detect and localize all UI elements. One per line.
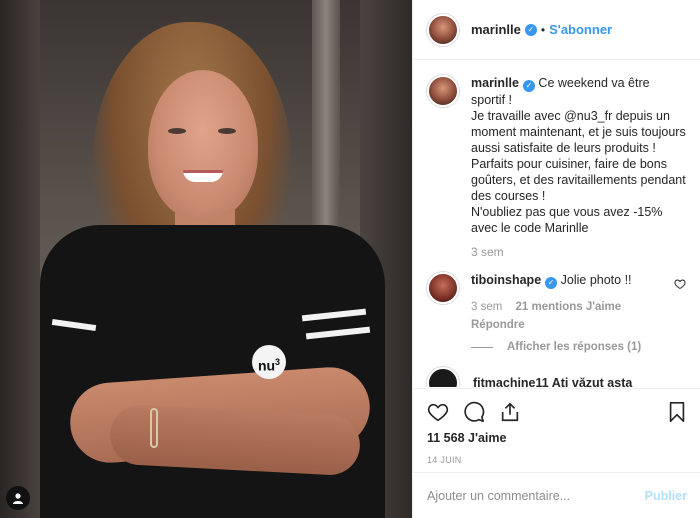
user-tag-icon[interactable] xyxy=(6,486,30,510)
share-icon[interactable] xyxy=(499,401,521,423)
comment-item: tiboinshape ✓ Jolie photo !! 3 sem 21 men… xyxy=(427,272,687,333)
add-comment-bar: Publier xyxy=(413,472,700,518)
view-replies-label: Afficher les réponses (1) xyxy=(507,341,642,353)
caption-text-block: marinlle ✓ Ce weekend va être sportif ! J… xyxy=(471,75,687,260)
comment-icon[interactable] xyxy=(463,401,485,423)
comment-item: fitmachine11 Ați văzut asta xyxy=(427,367,687,387)
comment-text: Jolie photo !! xyxy=(560,273,632,287)
verified-badge-icon: ✓ xyxy=(524,23,537,36)
comments-list[interactable]: marinlle ✓ Ce weekend va être sportif ! J… xyxy=(413,61,700,387)
photo-mouth xyxy=(183,170,223,182)
comment-text: fitmachine11 Ați văzut asta xyxy=(473,376,633,387)
separator-dot: • xyxy=(540,22,546,37)
background-pillar xyxy=(0,0,40,518)
comment-body: tiboinshape ✓ Jolie photo !! 3 sem 21 men… xyxy=(471,272,671,333)
reply-button[interactable]: Répondre xyxy=(471,317,661,333)
post-date: 14 JUIN xyxy=(427,455,462,465)
photo-eye xyxy=(168,128,186,134)
post-header: marinlle ✓ • S'abonner xyxy=(413,0,700,60)
post-button[interactable]: Publier xyxy=(645,489,687,503)
follow-button[interactable]: S'abonner xyxy=(549,22,612,37)
avatar[interactable] xyxy=(427,75,459,107)
photo-bracelet xyxy=(150,408,158,448)
avatar[interactable] xyxy=(427,367,459,387)
caption-time: 3 sem xyxy=(471,245,504,259)
verified-badge-icon: ✓ xyxy=(545,277,558,289)
comment-likes[interactable]: 21 mentions J'aime xyxy=(516,301,622,313)
brand-logo-badge: nu3 xyxy=(252,345,286,379)
comment-time: 3 sem xyxy=(471,301,503,313)
photo-face xyxy=(148,70,258,220)
divider xyxy=(471,346,493,348)
heart-icon[interactable] xyxy=(673,278,687,290)
header-username[interactable]: marinlle xyxy=(471,22,521,37)
comment-meta: 3 sem 21 mentions J'aime Répondre xyxy=(471,299,671,333)
avatar[interactable] xyxy=(427,272,459,304)
photo-eye xyxy=(218,128,236,134)
comment-input[interactable] xyxy=(427,488,645,503)
post-sidebar: marinlle ✓ • S'abonner marinlle ✓ Ce week… xyxy=(412,0,700,518)
caption-text: Ce weekend va être sportif ! Je travaill… xyxy=(471,76,686,235)
post-photo[interactable]: nu3 xyxy=(0,0,412,518)
view-replies-button[interactable]: Afficher les réponses (1) xyxy=(427,341,687,353)
post-actions: 11 568 J'aime 14 JUIN xyxy=(413,388,700,465)
avatar[interactable] xyxy=(427,13,459,46)
bookmark-icon[interactable] xyxy=(667,401,687,423)
caption: marinlle ✓ Ce weekend va être sportif ! J… xyxy=(427,75,687,260)
comment-username[interactable]: tiboinshape xyxy=(471,273,541,287)
likes-count[interactable]: 11 568 J'aime xyxy=(427,431,687,445)
caption-username[interactable]: marinlle xyxy=(471,76,519,90)
heart-icon[interactable] xyxy=(427,401,449,423)
verified-badge-icon: ✓ xyxy=(522,80,535,92)
action-icons xyxy=(427,399,687,425)
